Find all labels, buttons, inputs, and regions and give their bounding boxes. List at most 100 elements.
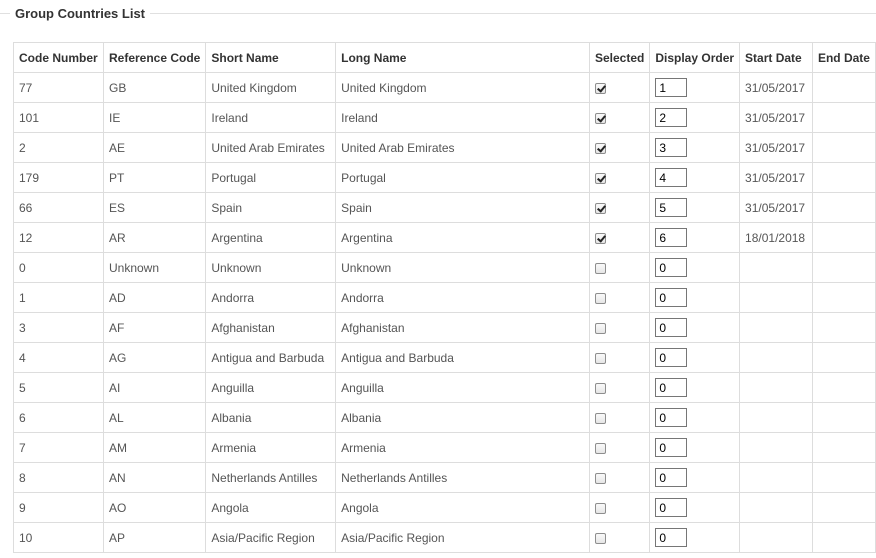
cell-code-number: 179 bbox=[13, 162, 104, 193]
cell-long-name: Anguilla bbox=[335, 372, 590, 403]
cell-long-name: Ireland bbox=[335, 102, 590, 133]
display-order-input[interactable] bbox=[655, 528, 688, 547]
cell-long-name: Andorra bbox=[335, 282, 590, 313]
display-order-input[interactable] bbox=[655, 348, 688, 367]
selected-checkbox[interactable] bbox=[594, 262, 606, 274]
selected-checkbox[interactable] bbox=[594, 352, 606, 364]
cell-reference-code: AM bbox=[102, 432, 207, 463]
cell-short-name: United Arab Emirates bbox=[205, 132, 337, 163]
cell-display-order bbox=[649, 462, 741, 493]
cell-end-date bbox=[811, 132, 876, 163]
table-row: 5 AI Anguilla Anguilla bbox=[13, 372, 876, 403]
table-row: 77GBUnited KingdomUnited Kingdom31/05/20… bbox=[13, 72, 876, 103]
cell-reference-code: AF bbox=[102, 312, 207, 343]
header-display-order[interactable]: Display Order bbox=[649, 42, 741, 73]
cell-long-name: Angola bbox=[335, 492, 590, 523]
selected-checkbox[interactable] bbox=[594, 322, 606, 334]
display-order-input[interactable] bbox=[655, 138, 688, 157]
table-row: 2 AE United Arab Emirates United Arab Emira… bbox=[13, 132, 876, 163]
header-reference-code[interactable]: Reference Code bbox=[102, 42, 207, 73]
selected-checkbox[interactable] bbox=[594, 502, 606, 514]
cell-long-name: Argentina bbox=[335, 222, 590, 253]
cell-code-number: 77 bbox=[13, 72, 104, 103]
cell-start-date: 31/05/2017 bbox=[739, 192, 813, 223]
cell-start-date: 31/05/2017 bbox=[739, 102, 813, 133]
display-order-input[interactable] bbox=[655, 198, 688, 217]
cell-end-date bbox=[811, 462, 876, 493]
cell-short-name: Albania bbox=[205, 402, 337, 433]
selected-checkbox[interactable] bbox=[594, 142, 606, 154]
display-order-input[interactable] bbox=[655, 408, 688, 427]
display-order-input[interactable] bbox=[655, 468, 688, 487]
cell-end-date bbox=[811, 522, 876, 553]
table-header-row: Code Number Reference Code Short Name Lo… bbox=[13, 42, 876, 73]
cell-selected bbox=[588, 102, 651, 133]
selected-checkbox[interactable] bbox=[594, 112, 606, 124]
cell-code-number: 2 bbox=[13, 132, 104, 163]
cell-selected bbox=[588, 402, 651, 433]
cell-reference-code: AG bbox=[102, 342, 207, 373]
group-countries-fieldset: Group Countries List Code Number Referen… bbox=[0, 0, 876, 558]
cell-code-number: 66 bbox=[13, 192, 104, 223]
cell-start-date: 31/05/2017 bbox=[739, 72, 813, 103]
display-order-input[interactable] bbox=[655, 438, 688, 457]
header-long-name[interactable]: Long Name bbox=[335, 42, 590, 73]
cell-reference-code: AE bbox=[102, 132, 207, 163]
table-row: 66ESSpainSpain31/05/2017 bbox=[13, 192, 876, 223]
table-row: 0 Unknown Unknown Unknown bbox=[13, 252, 876, 283]
header-code-number[interactable]: Code Number bbox=[13, 42, 104, 73]
table-row: 12ARArgentinaArgentina18/01/2018 bbox=[13, 222, 876, 253]
cell-display-order bbox=[649, 132, 741, 163]
cell-end-date bbox=[811, 72, 876, 103]
cell-short-name: Portugal bbox=[205, 162, 337, 193]
selected-checkbox[interactable] bbox=[594, 472, 606, 484]
cell-short-name: Antigua and Barbuda bbox=[205, 342, 337, 373]
cell-selected bbox=[588, 222, 651, 253]
cell-selected bbox=[588, 192, 651, 223]
selected-checkbox[interactable] bbox=[594, 202, 606, 214]
display-order-input[interactable] bbox=[655, 228, 688, 247]
header-start-date[interactable]: Start Date bbox=[739, 42, 813, 73]
selected-checkbox[interactable] bbox=[594, 292, 606, 304]
display-order-input[interactable] bbox=[655, 288, 688, 307]
cell-start-date: 18/01/2018 bbox=[739, 222, 813, 253]
cell-start-date bbox=[739, 432, 813, 463]
table-row: 7 AM Armenia Armenia bbox=[13, 432, 876, 463]
selected-checkbox[interactable] bbox=[594, 442, 606, 454]
cell-end-date bbox=[811, 282, 876, 313]
display-order-input[interactable] bbox=[655, 498, 688, 517]
cell-code-number: 1 bbox=[13, 282, 104, 313]
display-order-input[interactable] bbox=[655, 318, 688, 337]
table-row: 101IEIrelandIreland31/05/2017 bbox=[13, 102, 876, 133]
cell-code-number: 3 bbox=[13, 312, 104, 343]
cell-start-date bbox=[739, 372, 813, 403]
cell-short-name: Asia/Pacific Region bbox=[205, 522, 337, 553]
cell-display-order bbox=[649, 282, 741, 313]
header-selected[interactable]: Selected bbox=[588, 42, 651, 73]
cell-display-order bbox=[649, 192, 741, 223]
cell-reference-code: AN bbox=[102, 462, 207, 493]
header-end-date[interactable]: End Date bbox=[811, 42, 876, 73]
selected-checkbox[interactable] bbox=[594, 412, 606, 424]
cell-long-name: Portugal bbox=[335, 162, 590, 193]
cell-display-order bbox=[649, 312, 741, 343]
display-order-input[interactable] bbox=[655, 258, 688, 277]
selected-checkbox[interactable] bbox=[594, 82, 606, 94]
display-order-input[interactable] bbox=[655, 108, 688, 127]
selected-checkbox[interactable] bbox=[594, 232, 606, 244]
display-order-input[interactable] bbox=[655, 378, 688, 397]
cell-reference-code: AD bbox=[102, 282, 207, 313]
cell-selected bbox=[588, 72, 651, 103]
table-row: 10 AP Asia/Pacific Region Asia/Pacific Regi… bbox=[13, 522, 876, 553]
table-row: 9 AO Angola Angola bbox=[13, 492, 876, 523]
display-order-input[interactable] bbox=[655, 78, 688, 97]
cell-short-name: Netherlands Antilles bbox=[205, 462, 337, 493]
selected-checkbox[interactable] bbox=[594, 532, 606, 544]
selected-checkbox[interactable] bbox=[594, 382, 606, 394]
header-short-name[interactable]: Short Name bbox=[205, 42, 337, 73]
selected-checkbox[interactable] bbox=[594, 172, 606, 184]
cell-start-date bbox=[739, 402, 813, 433]
cell-reference-code: PT bbox=[102, 162, 207, 193]
cell-selected bbox=[588, 492, 651, 523]
display-order-input[interactable] bbox=[655, 168, 688, 187]
